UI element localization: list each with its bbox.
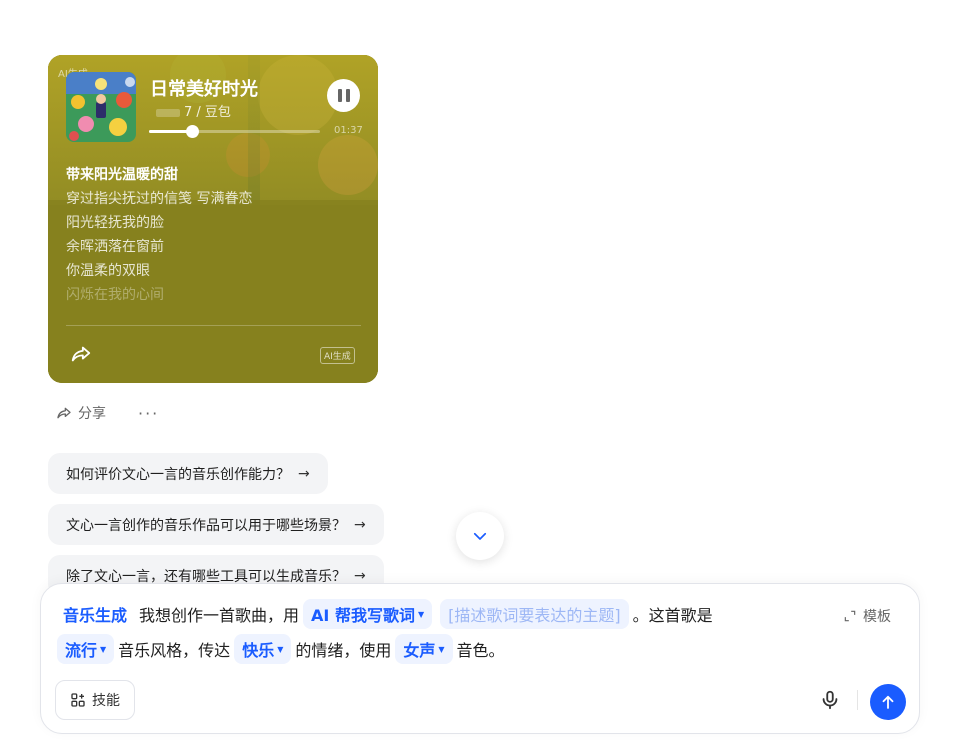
voice-dropdown[interactable]: 女声 ▼ (395, 634, 453, 664)
microphone-icon[interactable] (819, 689, 841, 711)
lyric-line: 穿过指尖抚过的信笺 写满眷恋 (66, 191, 253, 207)
chip-label: 快乐 (242, 641, 275, 660)
arrow-right-icon: → (354, 516, 366, 533)
suggestion-chip[interactable]: 文心一言创作的音乐作品可以用于哪些场景？ → (48, 504, 384, 545)
ai-generated-label: AI生成 (320, 347, 355, 364)
song-artist: 7 / 豆包 (184, 105, 231, 120)
arrow-right-icon: → (354, 567, 366, 584)
share-icon[interactable] (70, 343, 92, 365)
prompt-line-2: 流行 ▼ 音乐风格，传达 快乐 ▼ 的情绪，使用 女声 ▼ 音色。 (57, 634, 505, 664)
prompt-text: 我想创作一首歌曲，用 (139, 606, 300, 625)
prompt-composer[interactable]: 音乐生成 我想创作一首歌曲，用 AI 帮我写歌词 ▼ [描述歌词要表达的主题] 。… (40, 583, 920, 734)
message-actions: 分享 ··· (56, 403, 159, 423)
album-cover[interactable] (66, 72, 136, 142)
suggestion-text: 如何评价文心一言的音乐创作能力？ (66, 466, 290, 483)
caret-down-icon: ▼ (100, 644, 107, 654)
scroll-to-bottom-button[interactable] (456, 512, 504, 560)
lyric-line: 你温柔的双眼 (66, 263, 150, 279)
lyric-line: 余晖洒落在窗前 (66, 239, 164, 255)
lyrics-panel: 带来阳光温暖的甜 穿过指尖抚过的信笺 写满眷恋 阳光轻抚我的脸 余晖洒落在窗前 … (66, 163, 366, 307)
expand-icon (844, 610, 856, 622)
skills-grid-icon (71, 693, 85, 707)
lyrics-mode-dropdown[interactable]: AI 帮我写歌词 ▼ (303, 599, 433, 629)
chip-label: 女声 (403, 641, 436, 660)
more-options-button[interactable]: ··· (138, 404, 159, 423)
divider (857, 690, 858, 710)
chat-page: AI生成 日常美好时光 7 / 豆包 01:37 (0, 0, 959, 749)
lyric-line: 闪烁在我的心间 (66, 287, 164, 303)
lyric-line: 阳光轻抚我的脸 (66, 215, 164, 231)
card-divider (66, 325, 361, 326)
prompt-text: 的情绪，使用 (295, 641, 392, 660)
song-duration: 01:37 (334, 125, 363, 136)
suggestion-text: 文心一言创作的音乐作品可以用于哪些场景？ (66, 517, 346, 534)
template-button[interactable]: 模板 (843, 606, 891, 626)
suggestion-chip[interactable]: 如何评价文心一言的音乐创作能力？ → (48, 453, 328, 494)
emotion-dropdown[interactable]: 快乐 ▼ (234, 634, 292, 664)
prompt-text: 音乐风格，传达 (118, 641, 231, 660)
song-meta: 7 / 豆包 (156, 101, 231, 120)
arrow-up-icon (882, 695, 894, 709)
template-label: 模板 (863, 609, 891, 625)
prompt-text: 音色。 (456, 641, 505, 660)
share-icon[interactable] (56, 405, 72, 421)
song-title: 日常美好时光 (150, 79, 258, 100)
send-button[interactable] (870, 684, 906, 720)
arrow-right-icon: → (298, 465, 310, 482)
lyric-line: 带来阳光温暖的甜 (66, 167, 178, 183)
chip-label: AI 帮我写歌词 (311, 606, 415, 625)
caret-down-icon: ▼ (417, 609, 425, 619)
chevron-down-icon (473, 532, 487, 540)
prompt-text: 。这首歌是 (632, 606, 713, 625)
skills-button[interactable]: 技能 (55, 680, 135, 720)
caret-down-icon: ▼ (277, 644, 284, 654)
prompt-line-1: 音乐生成 我想创作一首歌曲，用 AI 帮我写歌词 ▼ [描述歌词要表达的主题] 。… (57, 599, 713, 629)
skill-tag[interactable]: 音乐生成 (63, 602, 127, 626)
pause-button[interactable] (327, 79, 360, 112)
progress-bar[interactable] (149, 125, 320, 138)
progress-knob[interactable] (185, 125, 199, 138)
genre-dropdown[interactable]: 流行 ▼ (57, 634, 115, 664)
skills-label: 技能 (92, 693, 120, 709)
caret-down-icon: ▼ (438, 644, 445, 654)
chip-label: 流行 (65, 641, 98, 660)
music-card[interactable]: AI生成 日常美好时光 7 / 豆包 01:37 (48, 55, 378, 383)
theme-input-slot[interactable]: [描述歌词要表达的主题] (440, 599, 629, 629)
share-button[interactable]: 分享 (78, 403, 106, 423)
